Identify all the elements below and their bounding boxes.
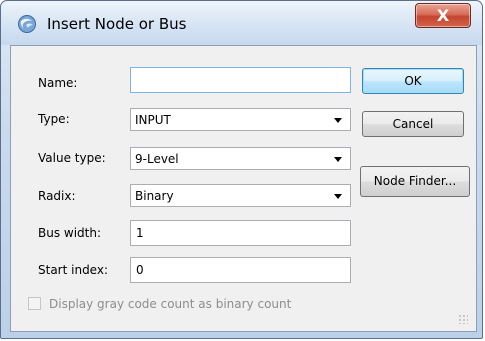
window-title: Insert Node or Bus [47,15,187,33]
radix-label: Radix: [38,189,76,203]
start-index-label: Start index: [38,263,109,277]
name-label: Name: [38,76,78,90]
cancel-button[interactable]: Cancel [362,111,464,137]
type-label: Type: [38,112,70,126]
quartus-app-icon [18,15,36,33]
chevron-down-icon [334,194,342,199]
bus-width-label: Bus width: [38,226,102,240]
resize-grip[interactable] [458,314,468,324]
bus-width-input[interactable]: 1 [130,220,351,246]
gray-code-checkbox[interactable] [28,297,41,310]
close-button[interactable]: X [415,3,471,28]
gray-code-label: Display gray code count as binary count [49,297,292,311]
radix-select-value: Binary [135,189,174,203]
start-index-input[interactable]: 0 [130,257,351,283]
name-input[interactable] [130,67,351,93]
title-bar: Insert Node or Bus X [1,1,482,45]
value-type-label: Value type: [38,151,106,165]
chevron-down-icon [334,118,342,123]
chevron-down-icon [334,157,342,162]
value-type-select-value: 9-Level [135,152,179,166]
ok-button[interactable]: OK [362,68,464,94]
close-icon: X [436,6,450,25]
node-finder-button[interactable]: Node Finder... [360,166,470,197]
radix-select[interactable]: Binary [130,184,351,207]
value-type-select[interactable]: 9-Level [130,147,351,170]
dialog-window: Insert Node or Bus X Name: Type: INPUT V… [0,0,483,339]
type-select-value: INPUT [135,113,171,127]
type-select[interactable]: INPUT [130,108,351,131]
